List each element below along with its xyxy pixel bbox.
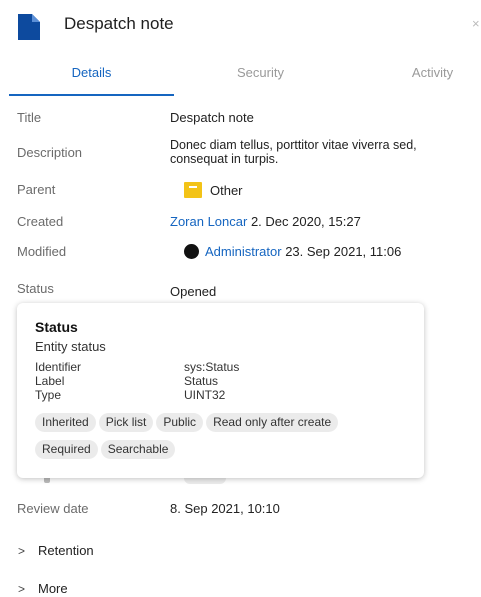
field-label: Title — [17, 110, 42, 125]
chip-public: Public — [156, 413, 204, 432]
field-value: Despatch note — [170, 110, 254, 125]
field-label: Modified — [17, 244, 67, 259]
label-label: Label — [35, 374, 65, 388]
popup-subtitle: Entity status — [35, 339, 106, 354]
popup-title: Status — [35, 319, 78, 335]
type-label: Type — [35, 388, 62, 402]
page-title: Despatch note — [64, 14, 174, 33]
section-more[interactable]: > More — [18, 581, 68, 596]
field-label[interactable]: Status — [17, 281, 54, 296]
created-by-link[interactable]: Zoran Loncar — [170, 214, 247, 229]
parent-link[interactable]: Other — [184, 182, 243, 198]
chip-pick-list: Pick list — [98, 413, 154, 432]
field-label: Description — [17, 145, 83, 160]
field-value: Zoran Loncar 2. Dec 2020, 15:27 — [170, 214, 361, 229]
section-label: More — [38, 581, 68, 596]
tab-bar: Details Security Activity — [0, 56, 481, 96]
avatar — [184, 244, 199, 259]
status-info-popup: Status Entity status Identifier sys:Stat… — [17, 303, 424, 478]
property-chips-row: Required Searchable — [35, 440, 415, 459]
identifier-value: sys:Status — [184, 360, 240, 374]
field-label: Created — [17, 214, 64, 229]
identifier-label: Identifier — [35, 360, 82, 374]
active-tab-indicator — [9, 94, 174, 96]
field-label: Parent — [17, 182, 56, 197]
parent-name: Other — [210, 183, 243, 198]
field-label: Review date — [17, 501, 89, 516]
modified-by-link[interactable]: Administrator — [205, 244, 282, 259]
field-value: 8. Sep 2021, 10:10 — [170, 501, 280, 516]
close-icon[interactable]: × — [472, 16, 480, 31]
tab-details[interactable]: Details — [9, 65, 174, 80]
chip-inherited: Inherited — [35, 413, 96, 432]
modified-date: 23. Sep 2021, 11:06 — [285, 244, 402, 259]
chevron-right-icon: > — [18, 544, 26, 558]
document-icon — [18, 14, 40, 40]
type-value: UINT32 — [184, 388, 226, 402]
chevron-right-icon: > — [18, 582, 26, 596]
label-value: Status — [184, 374, 219, 388]
created-date: 2. Dec 2020, 15:27 — [250, 214, 361, 229]
section-retention[interactable]: > Retention — [18, 543, 94, 558]
obscured-field-value — [184, 478, 226, 484]
chip-required: Required — [35, 440, 98, 459]
panel-header: Despatch note × — [0, 0, 481, 56]
section-label: Retention — [38, 543, 94, 558]
field-value: Donec diam tellus, porttitor vitae viver… — [170, 138, 417, 166]
chip-read-only-after-create: Read only after create — [206, 413, 339, 432]
field-value: Opened — [170, 284, 217, 299]
folder-icon — [184, 182, 202, 198]
tab-activity[interactable]: Activity — [350, 65, 481, 80]
property-chips-row: Inherited Pick list Public Read only after … — [35, 413, 415, 432]
chip-searchable: Searchable — [100, 440, 176, 459]
tab-security[interactable]: Security — [178, 65, 343, 80]
field-value: Administrator 23. Sep 2021, 11:06 — [184, 244, 401, 259]
